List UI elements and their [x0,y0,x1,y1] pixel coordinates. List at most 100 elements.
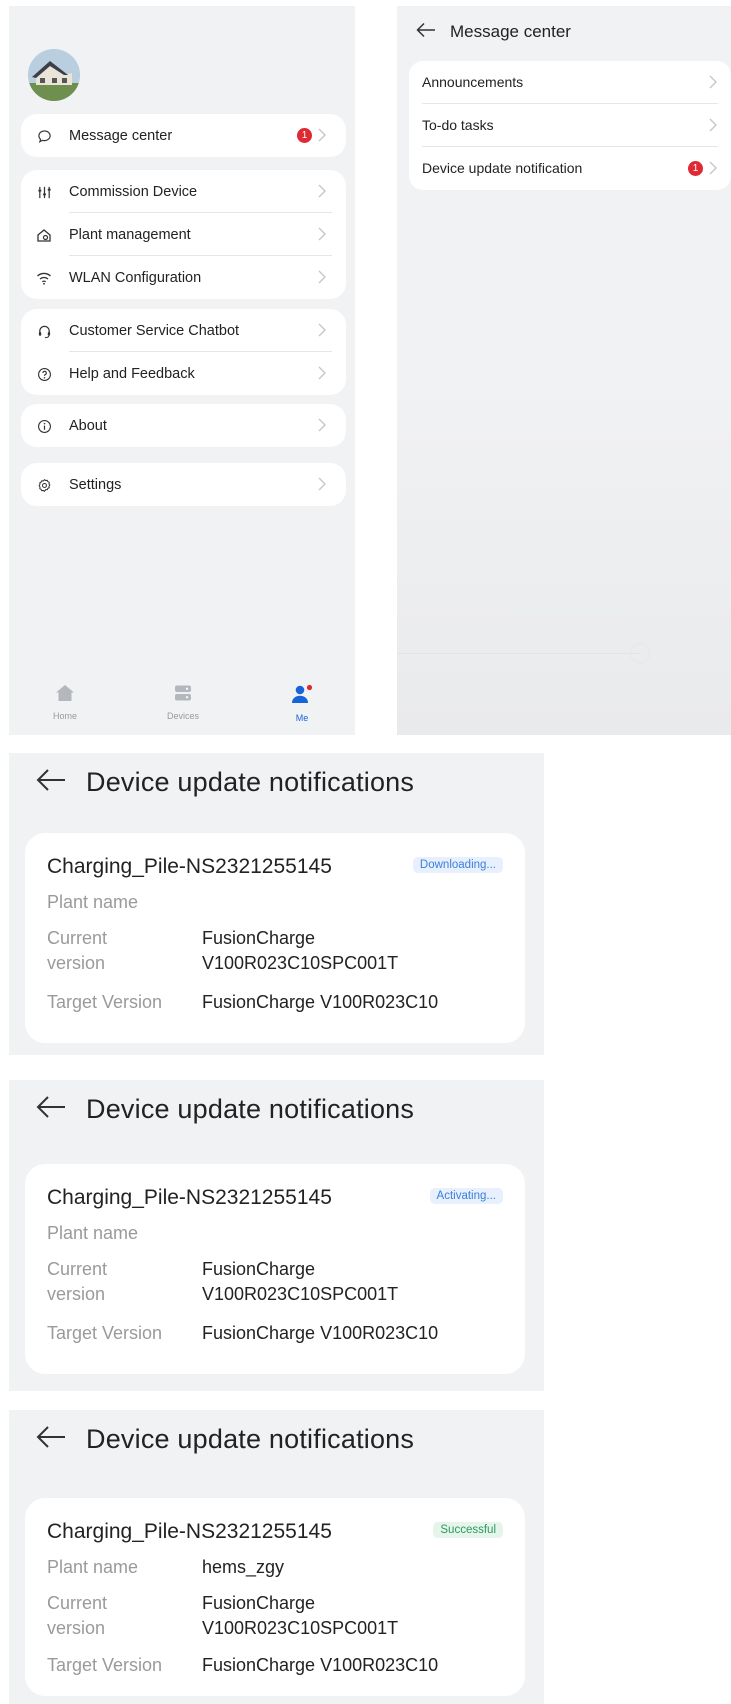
tab-label: Devices [166,711,199,721]
page-title: Device update notifications [86,1424,415,1454]
bottom-tab-bar: Home Devices Me [9,676,355,735]
list-item-device-update-notification[interactable]: Device update notification 1 [409,147,731,190]
current-version-label-line2: version [47,1618,106,1638]
menu-item-commission-device[interactable]: Commission Device [21,170,346,213]
tab-label: Home [52,711,77,721]
current-version-value-line2: V100R023C10SPC001T [202,1618,399,1638]
menu-item-message-center[interactable]: Message center 1 [21,114,346,157]
header: Device update notifications [36,767,414,798]
current-version-value-line1: FusionCharge [202,928,316,948]
tab-home[interactable]: Home [25,684,105,721]
current-version-label-line2: version [47,953,106,973]
tab-label: Me [295,713,309,723]
tab-me[interactable]: Me [262,684,342,723]
update-card[interactable]: Charging_Pile-NS2321255145 Activating...… [25,1164,525,1374]
person-icon [291,684,313,708]
menu-item-label: WLAN Configuration [69,269,202,286]
current-version-label-line2: version [47,1284,106,1304]
menu-item-customer-service-chatbot[interactable]: Customer Service Chatbot [21,309,346,352]
menu-item-settings[interactable]: Settings [21,463,346,506]
status-badge: Downloading... [412,857,503,873]
device-name: Charging_Pile-NS2321255145 [47,855,332,878]
current-version-value-line2: V100R023C10SPC001T [202,1284,399,1304]
current-version-label-line1: Current [47,1593,108,1613]
question-circle-icon [35,365,53,383]
list-item-to-do-tasks[interactable]: To-do tasks [409,104,731,147]
device-update-screen-successful: Device update notifications Charging_Pil… [9,1410,544,1704]
about-group: About [21,404,346,447]
settings-group: Settings [21,463,346,506]
device-update-screen-downloading: Device update notifications Charging_Pil… [9,753,544,1055]
support-group: Customer Service Chatbot Help and Feedba… [21,309,346,395]
unread-badge: 1 [297,128,312,143]
list-item-label: Device update notification [422,160,583,176]
current-version-value-line1: FusionCharge [202,1259,316,1279]
back-arrow-icon[interactable] [36,1095,66,1124]
avatar[interactable] [28,49,80,101]
list-item-label: Announcements [422,74,524,90]
menu-item-label: About [69,417,107,434]
message-category-list: Announcements To-do tasks Device update … [409,61,731,190]
menu-item-label: Plant management [69,226,191,243]
sliders-icon [35,183,53,201]
chevron-right-icon [318,128,332,142]
menu-item-wlan-configuration[interactable]: WLAN Configuration [21,256,346,299]
menu-item-label: Customer Service Chatbot [69,322,240,339]
wifi-icon [35,269,53,287]
message-center-group: Message center 1 [21,114,346,157]
chevron-right-icon [709,118,721,132]
info-circle-icon [35,417,53,435]
device-update-screen-activating: Device update notifications Charging_Pil… [9,1080,544,1391]
chevron-right-icon [709,75,721,89]
target-version-label: Target Version [47,1655,163,1675]
target-version-label: Target Version [47,1323,163,1343]
header: Device update notifications [36,1094,414,1125]
menu-item-label: Settings [69,476,122,493]
list-item-label: To-do tasks [422,117,494,133]
update-card[interactable]: Charging_Pile-NS2321255145 Successful Pl… [25,1498,525,1696]
page-title: Message center [450,22,571,41]
gear-icon [35,476,53,494]
list-item-announcements[interactable]: Announcements [409,61,731,104]
status-badge: Successful [433,1522,503,1538]
target-version-value: FusionCharge V100R023C10 [202,1655,439,1675]
plant-name-value: hems_zgy [202,1557,285,1577]
target-version-value: FusionCharge V100R023C10 [202,992,439,1012]
plant-name-label: Plant name [47,892,139,912]
menu-item-label: Commission Device [69,183,198,200]
devices-icon [174,685,192,706]
device-name: Charging_Pile-NS2321255145 [47,1186,332,1209]
chevron-right-icon [318,366,332,380]
device-name: Charging_Pile-NS2321255145 [47,1520,332,1543]
chat-bubble-icon [35,127,53,145]
home-icon [55,685,75,706]
menu-item-about[interactable]: About [21,404,346,447]
update-card[interactable]: Charging_Pile-NS2321255145 Downloading..… [25,833,525,1043]
page-title: Device update notifications [86,1094,415,1124]
current-version-value-line2: V100R023C10SPC001T [202,953,399,973]
current-version-label-line1: Current [47,928,108,948]
header: Device update notifications [36,1424,414,1455]
back-arrow-icon[interactable] [36,1425,66,1454]
chevron-right-icon [709,161,721,175]
back-arrow-icon[interactable] [36,768,66,797]
tab-devices[interactable]: Devices [143,684,223,721]
faint-circle [630,643,650,663]
divider [397,653,641,654]
chevron-right-icon [318,477,332,491]
menu-item-help-and-feedback[interactable]: Help and Feedback [21,352,346,395]
chevron-right-icon [318,184,332,198]
current-version-value-line1: FusionCharge [202,1593,316,1613]
plant-name-label: Plant name [47,1223,139,1243]
back-arrow-icon[interactable] [416,22,436,43]
menu-item-label: Help and Feedback [69,365,195,382]
me-screen: Message center 1 Commission Device Plant… [9,6,355,735]
header: Message center [416,20,571,44]
status-badge: Activating... [429,1188,503,1204]
chevron-right-icon [318,270,332,284]
house-gear-icon [35,226,53,244]
chevron-right-icon [318,418,332,432]
page-title: Device update notifications [86,767,415,797]
menu-item-plant-management[interactable]: Plant management [21,213,346,256]
headset-icon [35,322,53,340]
